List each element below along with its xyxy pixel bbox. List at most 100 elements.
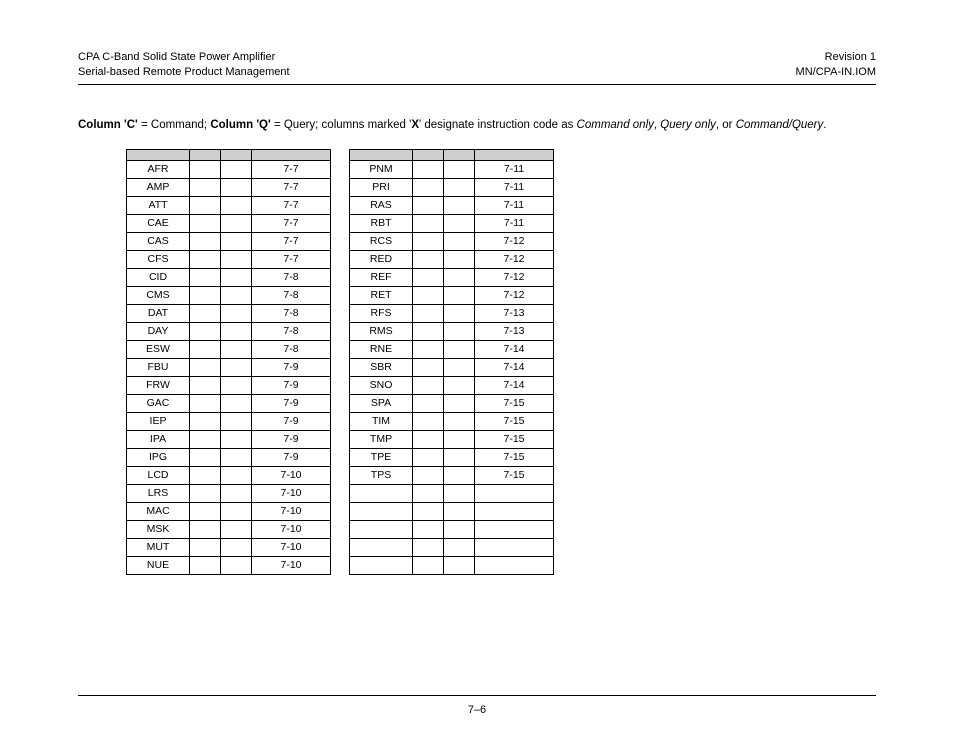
table-row: RNE7-14 bbox=[350, 340, 554, 358]
page-cell: 7-7 bbox=[252, 214, 331, 232]
page-cell: 7-8 bbox=[252, 286, 331, 304]
table-row: DAY7-8 bbox=[127, 322, 331, 340]
c-cell bbox=[413, 448, 444, 466]
table-header-cell bbox=[350, 149, 413, 160]
table-row: CID7-8 bbox=[127, 268, 331, 286]
page-cell: 7-7 bbox=[252, 160, 331, 178]
q-cell bbox=[444, 520, 475, 538]
page-cell: 7-7 bbox=[252, 232, 331, 250]
codes-table-right: PNM7-11PRI7-11RAS7-11RBT7-11RCS7-12RED7-… bbox=[349, 149, 554, 575]
table-row: ATT7-7 bbox=[127, 196, 331, 214]
table-header-cell bbox=[413, 149, 444, 160]
code-cell bbox=[350, 502, 413, 520]
code-cell bbox=[350, 538, 413, 556]
code-cell: TPS bbox=[350, 466, 413, 484]
query-only: Query only bbox=[660, 119, 716, 131]
c-cell bbox=[413, 232, 444, 250]
q-cell bbox=[444, 412, 475, 430]
code-cell: LCD bbox=[127, 466, 190, 484]
c-cell bbox=[413, 358, 444, 376]
code-cell: SPA bbox=[350, 394, 413, 412]
page-cell: 7-10 bbox=[252, 502, 331, 520]
code-cell: RCS bbox=[350, 232, 413, 250]
table-row: RET7-12 bbox=[350, 286, 554, 304]
table-row: DAT7-8 bbox=[127, 304, 331, 322]
table-row: RCS 7-12 bbox=[350, 232, 554, 250]
q-cell bbox=[444, 214, 475, 232]
q-cell bbox=[221, 448, 252, 466]
page-cell: 7-8 bbox=[252, 304, 331, 322]
code-cell bbox=[350, 484, 413, 502]
code-cell: IPG bbox=[127, 448, 190, 466]
table-header-cell bbox=[127, 149, 190, 160]
page-cell: 7-14 bbox=[475, 358, 554, 376]
table-row: ESW7-8 bbox=[127, 340, 331, 358]
q-cell bbox=[221, 268, 252, 286]
table-row: RMS7-13 bbox=[350, 322, 554, 340]
page: CPA C-Band Solid State Power Amplifier S… bbox=[0, 0, 954, 738]
q-cell bbox=[444, 394, 475, 412]
q-cell bbox=[221, 286, 252, 304]
codes-table-left: AFR7-7AMP7-7ATT7-7CAE7-7CAS7-7CFS7-7CID7… bbox=[126, 149, 331, 575]
code-cell: PNM bbox=[350, 160, 413, 178]
c-cell bbox=[413, 520, 444, 538]
after-x: ' designate instruction code as bbox=[419, 119, 577, 131]
q-cell bbox=[221, 412, 252, 430]
code-cell: CFS bbox=[127, 250, 190, 268]
page-cell: 7-12 bbox=[475, 268, 554, 286]
c-cell bbox=[190, 448, 221, 466]
q-cell bbox=[444, 160, 475, 178]
c-cell bbox=[413, 214, 444, 232]
table-row: RBT 7-11 bbox=[350, 214, 554, 232]
c-cell bbox=[190, 268, 221, 286]
command-only: Command only bbox=[577, 119, 654, 131]
q-cell bbox=[221, 376, 252, 394]
table-row: IPG 7-9 bbox=[127, 448, 331, 466]
q-cell bbox=[444, 286, 475, 304]
table-row: TPE7-15 bbox=[350, 448, 554, 466]
page-cell: 7-15 bbox=[475, 448, 554, 466]
code-cell: SBR bbox=[350, 358, 413, 376]
page-cell: 7-14 bbox=[475, 376, 554, 394]
table-row: GAC7-9 bbox=[127, 394, 331, 412]
page-cell: 7-10 bbox=[252, 484, 331, 502]
code-cell: SNO bbox=[350, 376, 413, 394]
page-cell: 7-12 bbox=[475, 232, 554, 250]
page-number: 7–6 bbox=[0, 704, 954, 716]
q-cell bbox=[221, 196, 252, 214]
footer-rule bbox=[78, 695, 876, 696]
code-cell: FBU bbox=[127, 358, 190, 376]
table-row: REF7-12 bbox=[350, 268, 554, 286]
table-row bbox=[350, 538, 554, 556]
c-cell bbox=[413, 376, 444, 394]
table-row: FRW7-9 bbox=[127, 376, 331, 394]
page-cell bbox=[475, 502, 554, 520]
code-cell: NUE bbox=[127, 556, 190, 574]
table-row: AMP7-7 bbox=[127, 178, 331, 196]
code-cell: MUT bbox=[127, 538, 190, 556]
q-cell bbox=[221, 394, 252, 412]
q-cell bbox=[221, 502, 252, 520]
header-left-line1: CPA C-Band Solid State Power Amplifier bbox=[78, 51, 275, 63]
table-row: RAS7-11 bbox=[350, 196, 554, 214]
code-cell bbox=[350, 520, 413, 538]
code-cell: RBT bbox=[350, 214, 413, 232]
table-header-cell bbox=[475, 149, 554, 160]
c-cell bbox=[413, 466, 444, 484]
page-cell: 7-11 bbox=[475, 214, 554, 232]
command-query: Command/Query bbox=[736, 119, 824, 131]
c-cell bbox=[190, 466, 221, 484]
c-cell bbox=[190, 520, 221, 538]
code-cell: TIM bbox=[350, 412, 413, 430]
table-header-cell bbox=[252, 149, 331, 160]
table-row: RFS7-13 bbox=[350, 304, 554, 322]
code-cell: PRI bbox=[350, 178, 413, 196]
c-cell bbox=[190, 376, 221, 394]
page-cell: 7-15 bbox=[475, 412, 554, 430]
code-cell: AMP bbox=[127, 178, 190, 196]
code-cell: RAS bbox=[350, 196, 413, 214]
page-cell: 7-9 bbox=[252, 448, 331, 466]
table-row: CAE7-7 bbox=[127, 214, 331, 232]
code-cell: CMS bbox=[127, 286, 190, 304]
page-cell: 7-13 bbox=[475, 304, 554, 322]
